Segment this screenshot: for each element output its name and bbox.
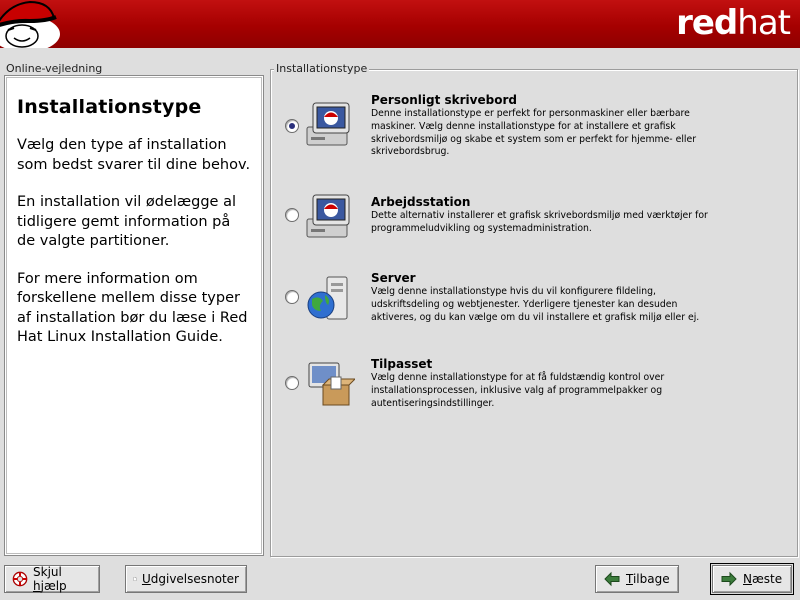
arrow-left-icon	[604, 571, 620, 587]
option-description: Vælg denne installationstype for at få f…	[371, 372, 665, 409]
arrow-right-icon	[721, 571, 737, 587]
radio-arbejdsstation[interactable]	[285, 208, 299, 222]
help-panel: Installationstype Vælg den type af insta…	[4, 75, 264, 556]
redhat-wordmark: redhat	[676, 3, 791, 43]
option-personligt-skrivebord[interactable]: Personligt skrivebord Denne installation…	[285, 93, 785, 163]
option-server[interactable]: Server Vælg denne installationstype hvis…	[285, 271, 785, 331]
option-title: Tilpasset	[371, 357, 433, 371]
release-notes-button[interactable]: Udgivelsesnoter	[125, 565, 247, 593]
option-description: Dette alternativ installerer et grafisk …	[371, 210, 708, 234]
help-paragraph: Vælg den type af installation som bedst …	[17, 137, 251, 173]
option-arbejdsstation[interactable]: Arbejdsstation Dette alternativ installe…	[285, 194, 785, 245]
redhat-shadowman-logo	[0, 0, 60, 48]
hide-help-label: Skjul hjælp	[33, 565, 67, 593]
install-type-group-label: Installationstype	[274, 62, 370, 75]
option-title: Personligt skrivebord	[371, 93, 517, 107]
workstation-monitor-icon	[306, 194, 350, 238]
option-title: Server	[371, 271, 416, 285]
radio-server[interactable]	[285, 290, 299, 304]
help-paragraph: En installation vil ødelægge al tidliger…	[17, 194, 236, 249]
radio-tilpasset[interactable]	[285, 376, 299, 390]
next-button[interactable]: Næste	[710, 563, 794, 595]
option-title: Arbejdsstation	[371, 195, 471, 209]
header-banner: redhat	[0, 0, 800, 48]
option-description: Denne installationstype er perfekt for p…	[371, 108, 697, 158]
release-notes-label: Udgivelsesnoter	[141, 572, 239, 586]
radio-personligt-skrivebord[interactable]	[285, 119, 299, 133]
back-button[interactable]: Tilbage	[595, 565, 679, 593]
help-panel-caption: Online-vejledning	[6, 62, 103, 75]
help-title: Installationstype	[17, 96, 202, 118]
server-globe-icon	[307, 276, 348, 320]
back-label: Tilbage	[626, 572, 670, 586]
hide-help-button[interactable]: Skjul hjælp	[4, 565, 100, 593]
help-panel-content: Installationstype Vælg den type af insta…	[6, 77, 262, 554]
option-tilpasset[interactable]: Tilpasset Vælg denne installationstype f…	[285, 357, 785, 417]
next-label: Næste	[743, 572, 783, 586]
lifebuoy-icon	[12, 571, 28, 587]
workstation-monitor-icon	[306, 102, 350, 146]
option-description: Vælg denne installationstype hvis du vil…	[371, 286, 700, 323]
custom-box-icon	[308, 362, 355, 406]
help-paragraph: For mere information om forskellene mell…	[17, 270, 248, 346]
document-icon	[133, 577, 137, 581]
